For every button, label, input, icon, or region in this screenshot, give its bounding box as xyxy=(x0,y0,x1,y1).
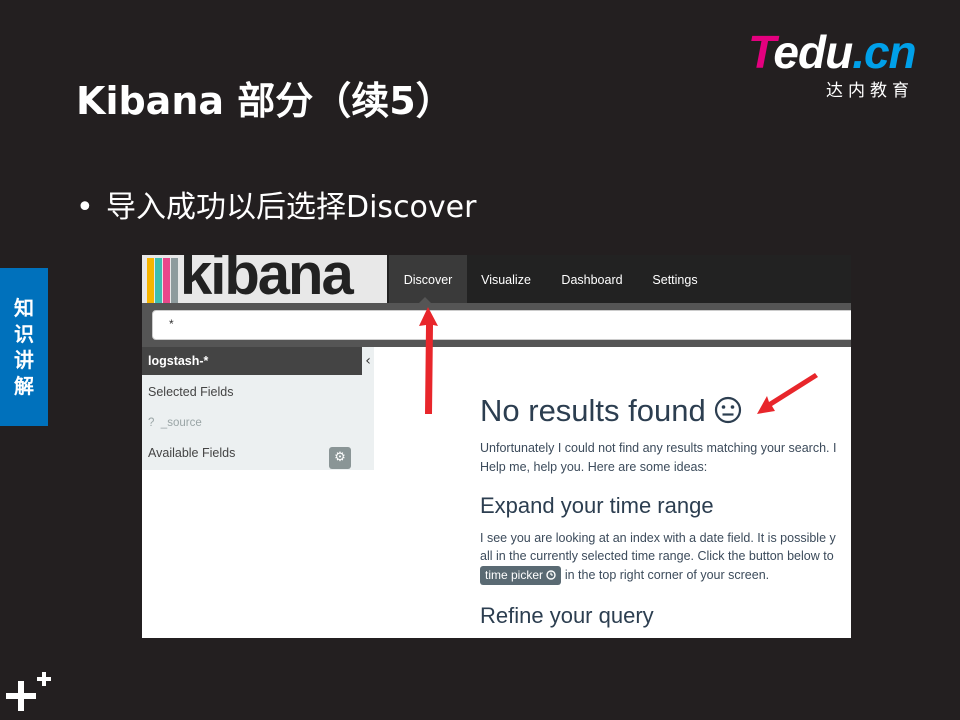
selected-fields-label: Selected Fields xyxy=(148,385,234,399)
logo-wordmark: Tedu.cn xyxy=(748,26,917,78)
search-bar: * xyxy=(142,303,851,347)
intro-text-line: Unfortunately I could not find any resul… xyxy=(480,441,837,455)
tab-visualize[interactable]: Visualize xyxy=(471,255,541,303)
side-tab-char: 识 xyxy=(14,322,34,346)
bullet-text: 导入成功以后选择Discover xyxy=(106,190,477,225)
neutral-face-icon xyxy=(714,393,742,428)
available-fields-label: Available Fields xyxy=(148,446,236,460)
field-type-icon: ? xyxy=(148,417,155,429)
search-query: * xyxy=(169,317,174,331)
expand-text-line: time picker in the top right corner of y… xyxy=(480,566,769,585)
refine-query-heading: Refine your query xyxy=(480,603,654,628)
index-pattern-selector[interactable]: logstash-* xyxy=(142,347,362,375)
sidebar-collapse-icon[interactable]: ‹ xyxy=(362,347,374,375)
kibana-navbar: kibana Discover Visualize Dashboard Sett… xyxy=(142,255,851,304)
no-results-heading: No results found xyxy=(480,393,742,429)
expand-time-heading: Expand your time range xyxy=(480,493,714,518)
intro-text-line: Help me, help you. Here are some ideas: xyxy=(480,460,708,474)
field-sidebar: logstash-* ‹ Selected Fields ? _source A… xyxy=(142,347,374,470)
kibana-brand-text: kibana xyxy=(180,255,354,303)
side-tab-char: 讲 xyxy=(14,348,34,372)
no-results-panel: No results found Unfortunately I could n… xyxy=(480,347,851,638)
gear-icon[interactable]: ⚙ xyxy=(329,447,351,469)
field-name: _source xyxy=(160,417,202,429)
tab-dashboard[interactable]: Dashboard xyxy=(550,255,634,303)
logo-subtitle: 达内教育 xyxy=(826,81,914,101)
bullet-marker: • xyxy=(76,190,94,225)
time-picker-button[interactable]: time picker xyxy=(480,566,562,585)
side-tab-char: 解 xyxy=(14,374,34,398)
side-tab-char: 知 xyxy=(14,296,34,320)
slide-title: Kibana 部分（续5） xyxy=(76,79,454,123)
expand-text-line: all in the currently selected time range… xyxy=(480,549,834,563)
side-tab-knowledge: 知 识 讲 解 xyxy=(0,268,48,426)
field-source[interactable]: ? _source xyxy=(148,417,202,429)
tab-discover[interactable]: Discover xyxy=(389,255,467,303)
expand-text-line: I see you are looking at an index with a… xyxy=(480,531,836,545)
search-input[interactable]: * xyxy=(152,310,851,340)
bullet-point: • 导入成功以后选择Discover xyxy=(76,182,476,226)
plus-icon xyxy=(6,672,51,711)
kibana-logo[interactable]: kibana xyxy=(142,255,387,303)
clock-icon xyxy=(546,568,557,582)
tedu-logo: Tedu.cn 达内教育 xyxy=(748,26,928,101)
kibana-screenshot: kibana Discover Visualize Dashboard Sett… xyxy=(142,255,851,638)
tab-settings[interactable]: Settings xyxy=(642,255,708,303)
